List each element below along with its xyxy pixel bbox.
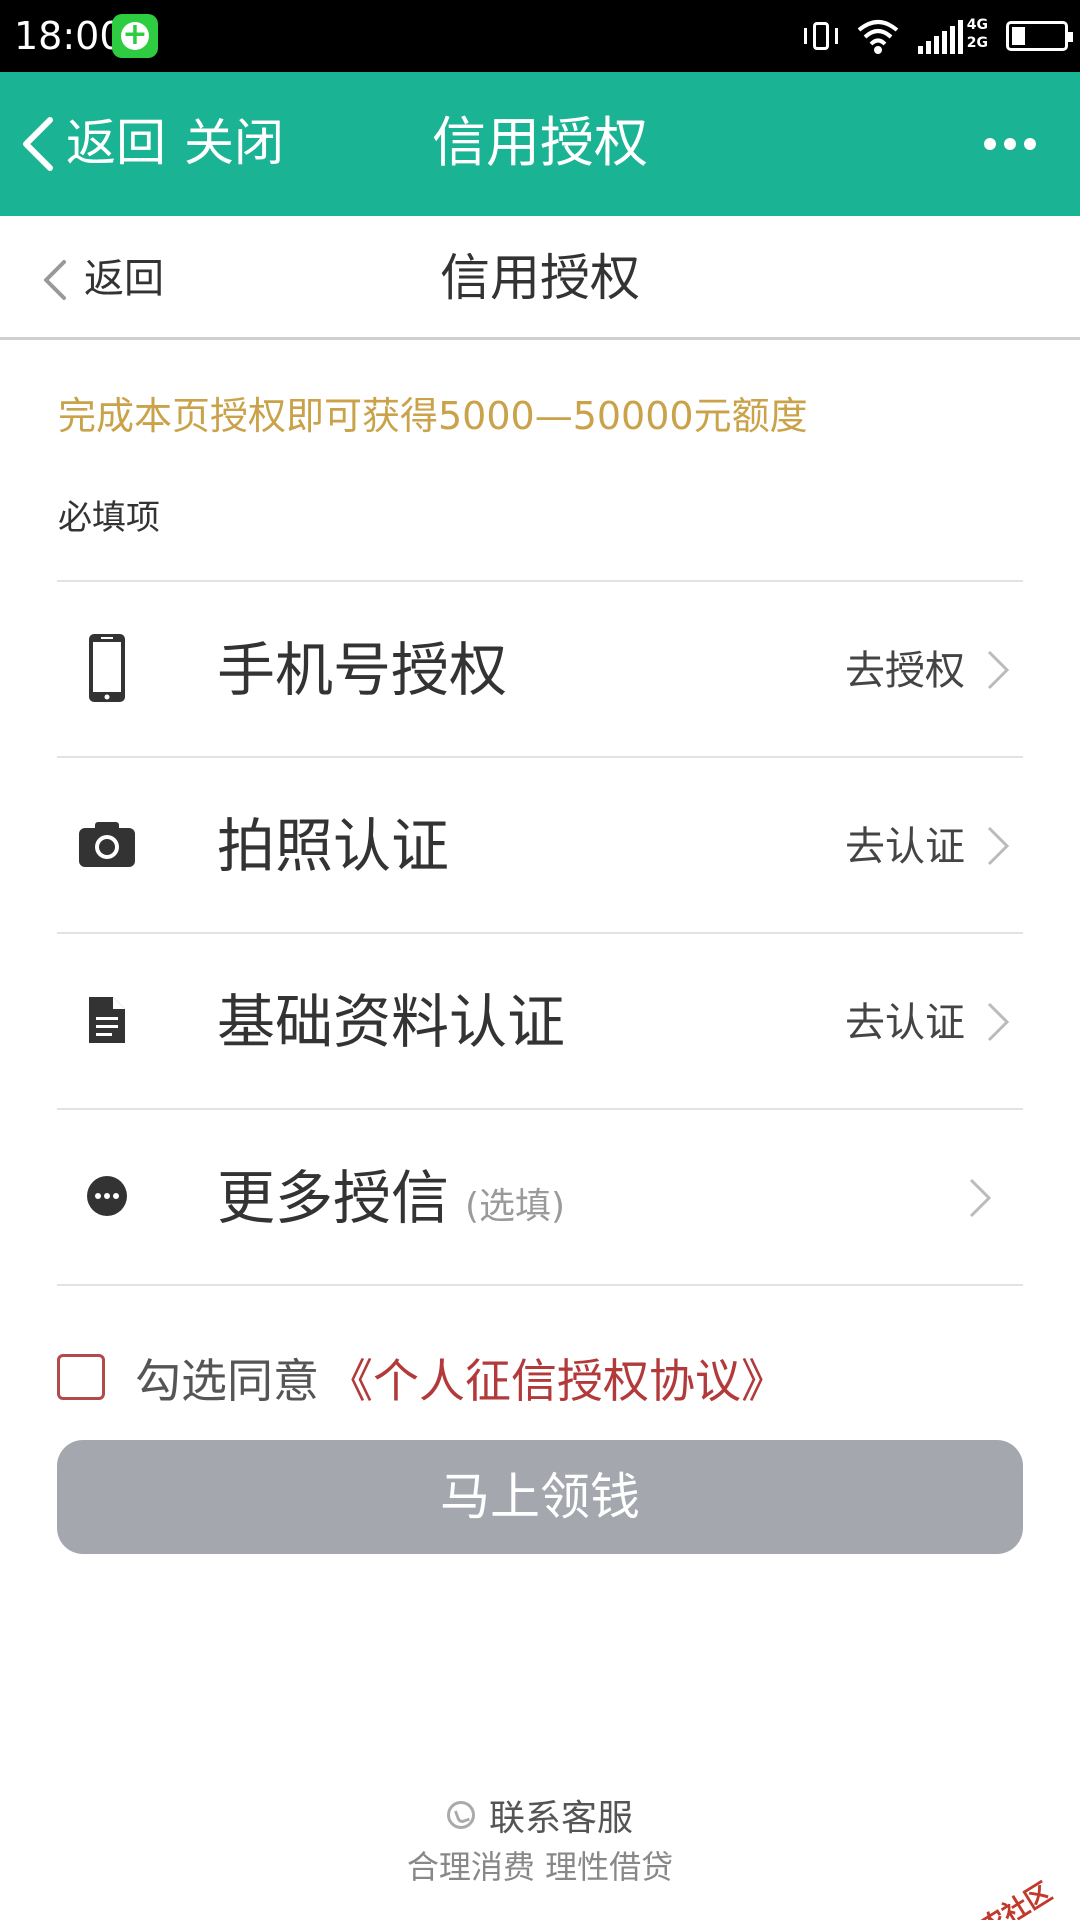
authorization-list: 手机号授权 去授权 拍照认证 去认证 基础资料认证 去认证 更多授信 (选填) — [57, 580, 1023, 1286]
contact-service-label: 联系客服 — [488, 1798, 633, 1839]
list-item-more-credit[interactable]: 更多授信 (选填) — [57, 1110, 1023, 1286]
footer-slogan: 合理消费 理性借贷 — [406, 1848, 674, 1886]
camera-icon — [69, 806, 145, 882]
more-circle-icon — [69, 1158, 145, 1234]
status-bar: 18:00 4G 2G — [0, 0, 1080, 72]
more-dots-icon[interactable] — [984, 136, 1036, 152]
list-item-label: 手机号授权 — [217, 636, 508, 704]
agreement-link[interactable]: 《个人征信授权协议》 — [327, 1352, 787, 1410]
list-item-label: 更多授信 (选填) — [217, 1164, 566, 1232]
system-icons: 4G 2G — [804, 14, 1073, 58]
agreement-checkbox[interactable] — [57, 1354, 105, 1400]
list-item-photo-verify[interactable]: 拍照认证 去认证 — [57, 758, 1023, 934]
header-title: 信用授权 — [432, 111, 648, 174]
vibrate-icon — [804, 16, 838, 56]
agreement-row: 勾选同意 《个人征信授权协议》 — [57, 1352, 1023, 1412]
document-icon — [69, 982, 145, 1058]
status-time: 18:00 — [14, 14, 124, 58]
chevron-right-icon — [987, 650, 1010, 690]
verify-action[interactable]: 去认证 — [845, 996, 965, 1050]
wifi-icon — [857, 20, 899, 54]
app-header: 返回 关闭 信用授权 — [0, 72, 1080, 216]
agreement-prefix: 勾选同意 — [135, 1354, 319, 1408]
page-nav-bar: 返回 信用授权 — [0, 216, 1080, 340]
chevron-right-icon — [987, 1002, 1010, 1042]
verify-action[interactable]: 去认证 — [845, 820, 965, 874]
list-item-label: 基础资料认证 — [217, 988, 566, 1056]
required-section-label: 必填项 — [58, 498, 160, 538]
authorize-action[interactable]: 去授权 — [845, 644, 965, 698]
list-item-phone-auth[interactable]: 手机号授权 去授权 — [57, 582, 1023, 758]
page-title: 信用授权 — [440, 249, 640, 307]
chevron-right-icon — [987, 826, 1010, 866]
contact-service-link[interactable]: 联系客服 — [0, 1790, 1080, 1840]
optional-tag: (选填) — [465, 1186, 566, 1227]
chevron-right-icon — [969, 1178, 992, 1218]
messenger-app-icon — [112, 14, 158, 58]
list-item-label: 拍照认证 — [217, 812, 450, 880]
signal-icon: 4G 2G — [918, 16, 988, 56]
network-type: 4G 2G — [966, 17, 988, 51]
phone-icon — [69, 630, 145, 706]
list-item-basic-info[interactable]: 基础资料认证 去认证 — [57, 934, 1023, 1110]
promo-text: 完成本页授权即可获得5000—50000元额度 — [58, 394, 808, 438]
battery-icon — [1006, 21, 1073, 51]
phone-call-icon — [446, 1801, 475, 1829]
get-money-button[interactable]: 马上领钱 — [57, 1440, 1023, 1554]
